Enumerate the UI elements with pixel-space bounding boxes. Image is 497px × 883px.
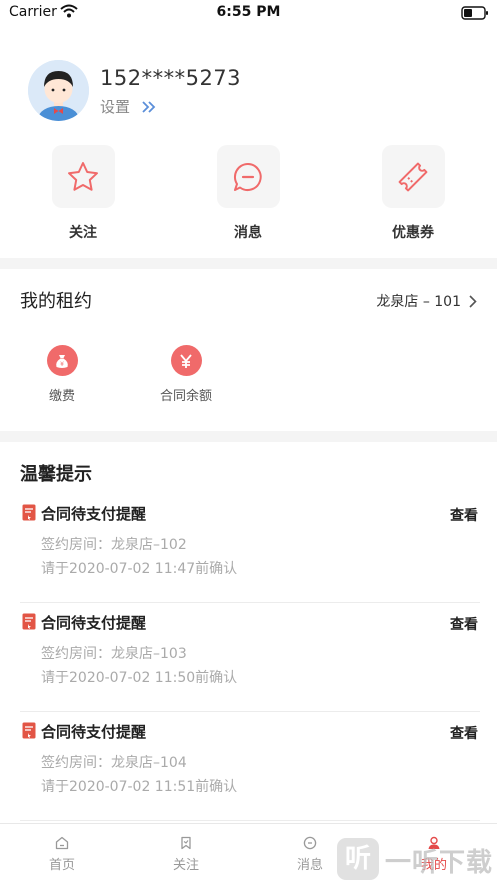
quick-action-label: 优惠券: [392, 225, 434, 241]
bookmark-icon: [181, 836, 191, 850]
lease-action-label: 合同余额: [159, 389, 212, 404]
quick-action-label: 关注: [69, 225, 97, 241]
tip-deadline: 请于2020-07-02 11:47前确认: [41, 561, 238, 577]
quick-action-tile: [216, 145, 280, 208]
chat-icon: [303, 836, 317, 850]
coupon-icon: [398, 162, 428, 191]
yen-icon: [180, 353, 192, 368]
chevron-right-icon: [469, 294, 477, 308]
my-lease-section: 我的租约 龙泉店 – 101 ¥ 缴费 合同余额: [0, 269, 497, 430]
tip-title: 合同待支付提醒: [41, 505, 147, 523]
tip-room: 签约房间：龙泉店–104: [41, 755, 187, 771]
section-divider: [0, 258, 497, 269]
money-bag-icon: ¥: [56, 354, 68, 368]
tip-deadline: 请于2020-07-02 11:51前确认: [41, 779, 238, 795]
user-phone: 152****5273: [100, 66, 242, 90]
tip-view-link[interactable]: 查看: [450, 614, 478, 634]
lease-action-label: 缴费: [48, 389, 75, 404]
tip-title: 合同待支付提醒: [41, 614, 147, 632]
star-icon: [68, 161, 98, 191]
lease-title: 我的租约: [20, 291, 92, 312]
quick-action-coupons[interactable]: 优惠券: [358, 145, 468, 242]
quick-action-label: 消息: [234, 225, 262, 241]
svg-text:¥: ¥: [60, 361, 64, 368]
quick-action-messages[interactable]: 消息: [193, 145, 303, 242]
tip-room: 签约房间：龙泉店–103: [41, 646, 187, 662]
lease-action-circle: [170, 345, 202, 376]
avatar[interactable]: [28, 60, 89, 121]
tip-item[interactable]: 合同待支付提醒 查看 签约房间：龙泉店–104 请于2020-07-02 11:…: [20, 712, 480, 821]
settings-link[interactable]: 设置: [100, 96, 156, 117]
status-bar: Carrier 6:55 PM: [0, 0, 497, 26]
watermark-badge: 听: [337, 838, 379, 880]
watermark-text: 一听下载: [385, 848, 494, 878]
tip-deadline: 请于2020-07-02 11:50前确认: [41, 670, 238, 686]
battery-icon: [461, 6, 488, 20]
tip-room: 签约房间：龙泉店–102: [41, 537, 187, 553]
message-icon: [233, 162, 262, 191]
tips-title: 温馨提示: [20, 464, 92, 485]
tab-follow[interactable]: 关注: [124, 824, 248, 883]
quick-action-follow[interactable]: 关注: [28, 145, 138, 242]
lease-action-payment[interactable]: ¥ 缴费: [22, 345, 102, 404]
quick-actions: 关注 消息 优惠券: [0, 145, 497, 250]
tip-view-link[interactable]: 查看: [450, 723, 478, 743]
lease-store-selector[interactable]: 龙泉店 – 101: [376, 291, 477, 311]
lease-action-circle: ¥: [46, 345, 78, 376]
tab-label: 首页: [48, 858, 75, 873]
tab-label: 关注: [172, 858, 199, 873]
settings-label: 设置: [100, 98, 131, 116]
contract-doc-icon: [22, 722, 36, 739]
lease-action-contract-balance[interactable]: 合同余额: [146, 345, 226, 404]
home-icon: [55, 836, 69, 850]
section-divider: [0, 431, 497, 442]
contract-doc-icon: [22, 504, 36, 521]
tip-item[interactable]: 合同待支付提醒 查看 签约房间：龙泉店–102 请于2020-07-02 11:…: [20, 494, 480, 603]
tip-title: 合同待支付提醒: [41, 723, 147, 741]
tip-view-link[interactable]: 查看: [450, 505, 478, 525]
avatar-illustration-icon: [28, 60, 89, 121]
clock: 6:55 PM: [216, 4, 281, 20]
tip-item[interactable]: 合同待支付提醒 查看 签约房间：龙泉店–103 请于2020-07-02 11:…: [20, 603, 480, 712]
contract-doc-icon: [22, 613, 36, 630]
quick-action-tile: [381, 145, 445, 208]
quick-action-tile: [51, 145, 115, 208]
tab-home[interactable]: 首页: [0, 824, 124, 883]
profile-header: 152****5273 设置: [0, 50, 497, 140]
watermark: 听 一听下载: [337, 838, 497, 883]
lease-store-label: 龙泉店 – 101: [376, 294, 461, 310]
double-chevron-right-icon: [142, 100, 156, 113]
